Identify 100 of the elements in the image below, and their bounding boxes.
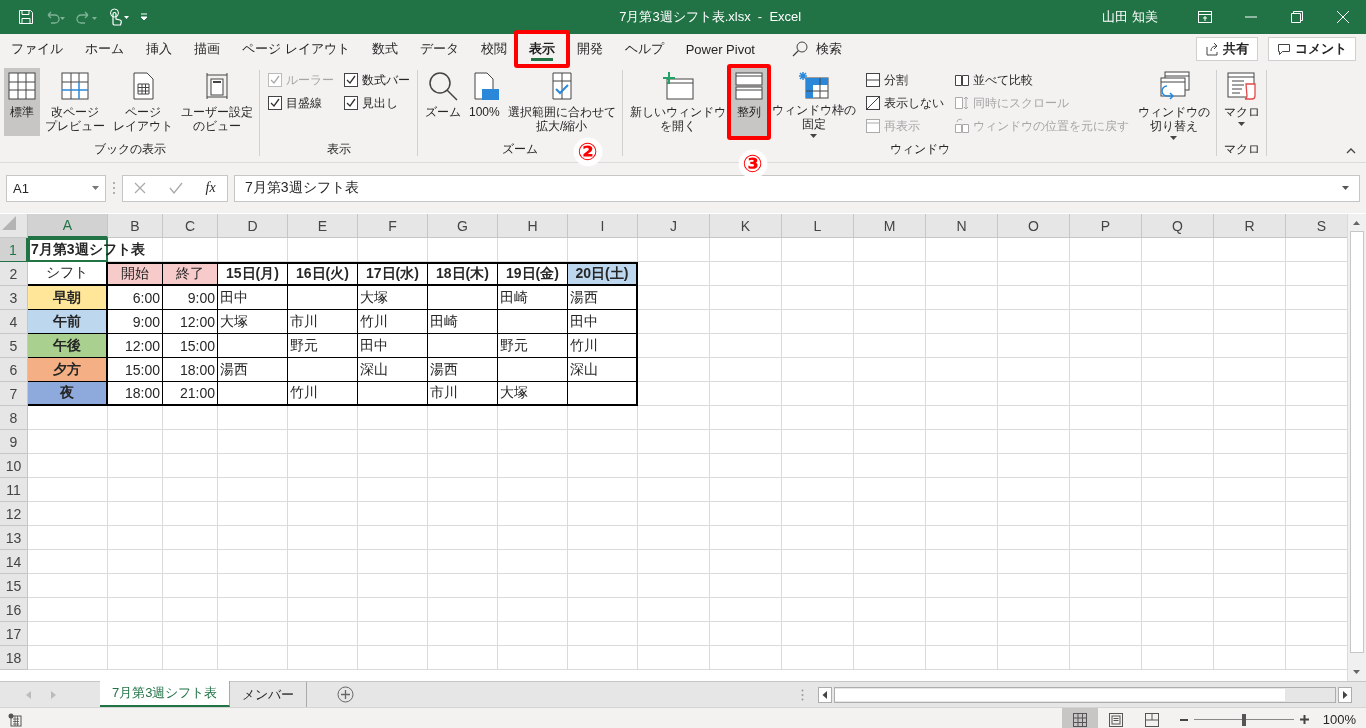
zoom-level[interactable]: 100% — [1322, 712, 1356, 727]
menu-tab[interactable]: ページ レイアウト — [231, 34, 361, 64]
ribbon-button[interactable]: ウィンドウの 切り替え — [1134, 68, 1213, 136]
row-header[interactable]: 2 — [0, 262, 28, 286]
column-header[interactable]: S — [1286, 214, 1347, 238]
insert-function-button[interactable]: fx — [205, 180, 216, 196]
table-cell: 竹川 — [288, 382, 358, 406]
ribbon-button[interactable]: ズーム — [422, 68, 464, 136]
checkbox[interactable]: 目盛線 — [268, 93, 334, 113]
scroll-right-icon[interactable] — [1338, 686, 1352, 703]
column-header[interactable]: E — [288, 214, 358, 238]
share-button[interactable]: 共有 — [1196, 37, 1258, 61]
sheet-tab[interactable]: 7月第3週シフト表 — [100, 681, 231, 707]
row-header[interactable]: 7 — [0, 382, 28, 406]
menu-tab[interactable]: 数式 — [360, 34, 409, 64]
vertical-scrollbar[interactable] — [1347, 214, 1366, 681]
column-header[interactable]: O — [998, 214, 1070, 238]
ribbon-button[interactable]: 標準 — [4, 68, 40, 136]
table-cell: 湯西 — [428, 358, 498, 382]
table-cell — [288, 358, 358, 382]
row-header[interactable]: 13 — [0, 526, 28, 550]
column-header[interactable]: H — [498, 214, 568, 238]
ribbon-button[interactable]: 100% — [466, 68, 503, 136]
column-header[interactable]: C — [163, 214, 218, 238]
ribbon-button[interactable]: 並べて比較 — [953, 70, 1129, 90]
ribbon-button[interactable]: 分割 — [864, 70, 944, 90]
column-header[interactable]: J — [638, 214, 710, 238]
column-header[interactable]: Q — [1142, 214, 1214, 238]
row-header[interactable]: 4 — [0, 310, 28, 334]
menu-tab[interactable]: データ — [408, 34, 470, 64]
table-cell: 田崎 — [428, 310, 498, 334]
column-header[interactable]: I — [568, 214, 638, 238]
table-cell: 12:00 — [163, 310, 218, 334]
column-header[interactable]: D — [218, 214, 288, 238]
column-header[interactable]: B — [108, 214, 163, 238]
name-box[interactable]: A1 — [6, 174, 106, 202]
grid-icon — [7, 71, 37, 101]
column-header[interactable]: R — [1214, 214, 1286, 238]
menu-tab[interactable]: 表示 — [517, 34, 566, 64]
scroll-left-icon[interactable] — [818, 686, 832, 703]
menu-tab[interactable]: Power Pivot — [674, 34, 766, 64]
row-header[interactable]: 12 — [0, 502, 28, 526]
share-icon — [1205, 42, 1219, 56]
checkbox[interactable]: 数式バー — [344, 70, 410, 90]
row-header[interactable]: 1 — [0, 238, 28, 262]
row-header[interactable]: 9 — [0, 430, 28, 454]
table-cell: 17日(水) — [358, 262, 428, 286]
search-box[interactable]: 検索 — [788, 38, 846, 60]
column-header[interactable]: K — [710, 214, 782, 238]
check-icon — [346, 75, 356, 85]
formula-field[interactable]: 7月第3週シフト表 — [234, 174, 1360, 202]
row-header[interactable]: 16 — [0, 598, 28, 622]
table-cell: 市川 — [428, 382, 498, 406]
row-header[interactable]: 6 — [0, 358, 28, 382]
table-cell: 深山 — [568, 358, 638, 382]
column-header[interactable]: M — [854, 214, 926, 238]
row-header[interactable]: 11 — [0, 478, 28, 502]
checkbox[interactable]: 見出し — [344, 93, 410, 113]
row-header[interactable]: 3 — [0, 286, 28, 310]
scroll-right-icon — [50, 690, 56, 699]
column-header[interactable]: N — [926, 214, 998, 238]
group-label: ズーム — [502, 141, 539, 158]
ribbon-button[interactable]: 新しいウィンドウ を開く — [626, 68, 729, 136]
horizontal-scrollbar[interactable] — [818, 686, 1352, 703]
column-header[interactable]: G — [428, 214, 498, 238]
zoom-slider-thumb[interactable] — [1241, 713, 1246, 726]
ribbon-button[interactable]: ページ レイアウト — [110, 68, 176, 136]
ribbon-button[interactable]: マクロ — [1220, 68, 1263, 136]
menu-tab[interactable]: 挿入 — [135, 34, 183, 64]
table-cell: 午前 — [28, 310, 108, 334]
row-header[interactable]: 10 — [0, 454, 28, 478]
comment-icon — [1277, 42, 1291, 56]
column-header[interactable]: L — [782, 214, 854, 238]
menu-tab[interactable]: 校閲 — [469, 34, 518, 64]
ribbon-button[interactable]: 改ページ プレビュー — [42, 68, 108, 136]
menu-tab[interactable]: 描画 — [183, 34, 231, 64]
menu-tab[interactable]: ホーム — [74, 34, 135, 64]
ribbon-button[interactable]: 選択範囲に合わせて 拡大/縮小 — [504, 68, 619, 136]
ribbon-button[interactable]: ウィンドウ枠の 固定 — [768, 68, 859, 136]
row-header[interactable]: 8 — [0, 406, 28, 430]
column-header[interactable]: P — [1070, 214, 1142, 238]
ribbon-button[interactable]: 表示しない — [864, 93, 944, 113]
menu-tab[interactable]: 開発 — [565, 34, 614, 64]
row-header[interactable]: 5 — [0, 334, 28, 358]
row-header[interactable]: 15 — [0, 574, 28, 598]
view-button[interactable] — [1061, 708, 1098, 728]
close-icon — [1337, 11, 1349, 23]
row-header[interactable]: 18 — [0, 646, 28, 670]
group-label: ブックの表示 — [94, 141, 166, 158]
table-cell — [358, 382, 428, 406]
menu-tab[interactable]: ヘルプ — [613, 34, 675, 64]
menu-tab[interactable]: ファイル — [0, 34, 74, 64]
row-header[interactable]: 14 — [0, 550, 28, 574]
row-header[interactable]: 17 — [0, 622, 28, 646]
ribbon-button[interactable]: ユーザー設定 のビュー — [178, 68, 256, 136]
table-cell: 9:00 — [108, 310, 163, 334]
arrange-windows-icon — [733, 71, 764, 101]
column-header[interactable]: A — [28, 214, 108, 238]
column-header[interactable]: F — [358, 214, 428, 238]
comment-button[interactable]: コメント — [1268, 37, 1356, 61]
